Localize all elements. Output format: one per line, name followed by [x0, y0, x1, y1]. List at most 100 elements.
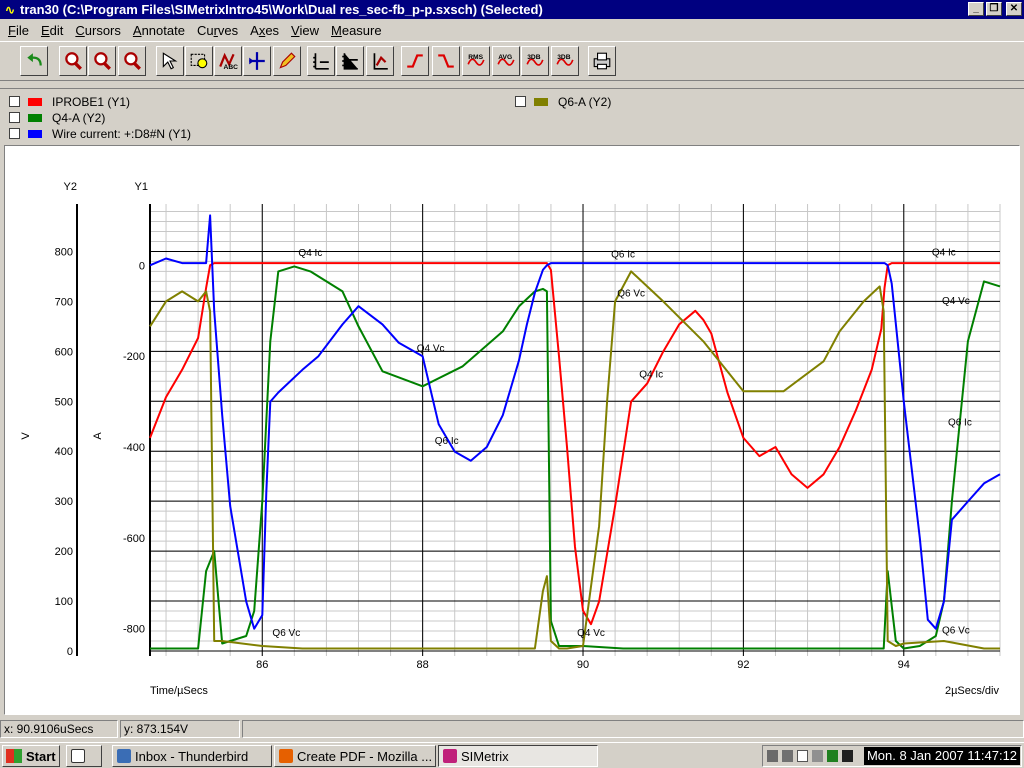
svg-text:3DB: 3DB [557, 54, 571, 61]
x-division-label: 2µSecs/div [945, 685, 1000, 697]
menu-annotate[interactable]: Annotate [127, 23, 191, 38]
avg-icon: AVG [497, 54, 515, 66]
legend-checkbox[interactable] [515, 96, 526, 107]
series-line-0[interactable] [149, 262, 1000, 626]
sine-wave-icon[interactable]: ∿ [3, 3, 17, 17]
window-controls: _ ❐ ✕ [968, 2, 1022, 16]
x-tick-label: 86 [256, 659, 268, 671]
y1-tick-label: -200 [123, 351, 145, 363]
maximize-button[interactable]: ❐ [986, 2, 1002, 16]
curve-label-button[interactable]: ABC [214, 46, 242, 76]
print-button[interactable] [588, 46, 616, 76]
curve-annotation: Q4 Ic [639, 370, 663, 381]
zoom-box-button[interactable] [185, 46, 213, 76]
legend-item-iprobe1[interactable]: IPROBE1 (Y1) [9, 94, 130, 109]
3db-low-button[interactable]: 3DB [551, 46, 579, 76]
annotate-pen-button[interactable] [273, 46, 301, 76]
waveform-plot[interactable]: Y2 Y1 0 100 200 300 400 500 600 700 800 0 -200 -400 -6… [5, 146, 1019, 714]
start-label: Start [26, 748, 56, 764]
x-axis-label: Time/µSecs [150, 685, 208, 697]
undo-button[interactable] [20, 46, 48, 76]
legend-checkbox[interactable] [9, 128, 20, 139]
network-icon[interactable] [767, 750, 778, 762]
zoom-in-button[interactable] [59, 46, 87, 76]
taskbar-button-label: SIMetrix [461, 748, 509, 764]
legend-item-q6a[interactable]: Q6-A (Y2) [515, 94, 611, 109]
3db-high-button[interactable]: 3DB [521, 46, 549, 76]
close-button[interactable]: ✕ [1006, 2, 1022, 16]
cursor-select-button[interactable] [156, 46, 184, 76]
windows-logo-icon [6, 749, 22, 763]
fall-time-button[interactable] [432, 46, 460, 76]
legend-checkbox[interactable] [9, 96, 20, 107]
y-cursor-readout: y: 873.154V [120, 720, 240, 738]
menu-curves[interactable]: Curves [191, 23, 244, 38]
antivirus-icon[interactable] [797, 750, 808, 762]
annotate-pen-icon [279, 52, 296, 69]
axis-scale-icon [373, 53, 388, 70]
menu-measure[interactable]: Measure [325, 23, 388, 38]
marker-button[interactable] [243, 46, 271, 76]
series-line-3[interactable] [149, 270, 1000, 650]
window-title: tran30 (C:\Program Files\SIMetrixIntro45… [20, 2, 543, 17]
minimize-button[interactable]: _ [968, 2, 984, 16]
axis-scale-button[interactable] [366, 46, 394, 76]
y2-tick-label: 700 [55, 296, 73, 308]
taskbar-button-thunderbird[interactable]: Inbox - Thunderbird [112, 745, 272, 767]
rise-time-icon [407, 54, 423, 68]
marker-icon [249, 52, 265, 70]
y2-tick-label: 100 [55, 596, 73, 608]
legend-item-wire-current[interactable]: Wire current: +:D8#N (Y1) [9, 126, 191, 141]
rms-button[interactable]: RMS [462, 46, 490, 76]
y2-tick-label: 400 [55, 446, 73, 458]
volume-icon[interactable] [782, 750, 793, 762]
curve-annotation: Q4 Ic [932, 247, 956, 258]
curve-annotation: Q6 Ic [948, 418, 972, 429]
taskbar-button-firefox[interactable]: Create PDF - Mozilla ... [274, 745, 436, 767]
x-tick-label: 88 [417, 659, 429, 671]
quicklaunch-desktop[interactable] [66, 745, 102, 767]
new-axis-icon [342, 53, 358, 70]
taskbar-button-simetrix[interactable]: SIMetrix [438, 745, 598, 767]
y1-tick-label: -800 [123, 624, 145, 636]
curve-annotation: Q6 Vc [617, 288, 645, 299]
legend-swatch [28, 97, 42, 106]
zoom-out-icon [94, 52, 111, 70]
svg-text:AVG: AVG [498, 54, 512, 61]
rise-time-button[interactable] [401, 46, 429, 76]
curve-label-icon: ABC [219, 52, 238, 71]
y2-tick-label: 500 [55, 396, 73, 408]
zoom-fit-icon [124, 52, 141, 70]
legend-label: Wire current: +:D8#N (Y1) [52, 126, 192, 141]
zoom-out-button[interactable] [88, 46, 116, 76]
legend-item-q4a[interactable]: Q4-A (Y2) [9, 110, 105, 125]
power-icon[interactable] [842, 750, 853, 762]
menu-axes[interactable]: Axes [244, 23, 285, 38]
avg-button[interactable]: AVG [492, 46, 520, 76]
new-grid-button[interactable] [307, 46, 335, 76]
monitor-icon[interactable] [812, 750, 823, 762]
update-icon[interactable] [827, 750, 838, 762]
rms-icon: RMS [467, 54, 485, 66]
menu-edit[interactable]: Edit [35, 23, 69, 38]
new-axis-button[interactable] [336, 46, 364, 76]
curve-annotation: Q4 Vc [417, 343, 445, 354]
menu-file[interactable]: File [2, 23, 35, 38]
system-tray: Mon. 8 Jan 2007 11:47:12 [762, 745, 1022, 767]
3db-low-icon: 3DB [556, 54, 574, 66]
new-grid-icon [313, 53, 329, 70]
cursor-select-icon [162, 52, 178, 70]
legend-checkbox[interactable] [9, 112, 20, 123]
graph-window[interactable]: Y2 Y1 0 100 200 300 400 500 600 700 800 0 -200 -400 -6… [4, 145, 1020, 715]
legend-label: IPROBE1 (Y1) [52, 94, 131, 109]
x-tick-label: 90 [577, 659, 589, 671]
menu-cursors[interactable]: Cursors [69, 23, 127, 38]
zoom-box-icon [190, 53, 208, 69]
start-button[interactable]: Start [2, 745, 60, 767]
curve-annotation: Q4 Vc [577, 628, 605, 639]
legend-swatch [534, 97, 548, 106]
fall-time-icon [438, 54, 454, 68]
menu-view[interactable]: View [285, 23, 325, 38]
zoom-fit-button[interactable] [118, 46, 146, 76]
taskbar-button-label: Inbox - Thunderbird [135, 748, 249, 764]
